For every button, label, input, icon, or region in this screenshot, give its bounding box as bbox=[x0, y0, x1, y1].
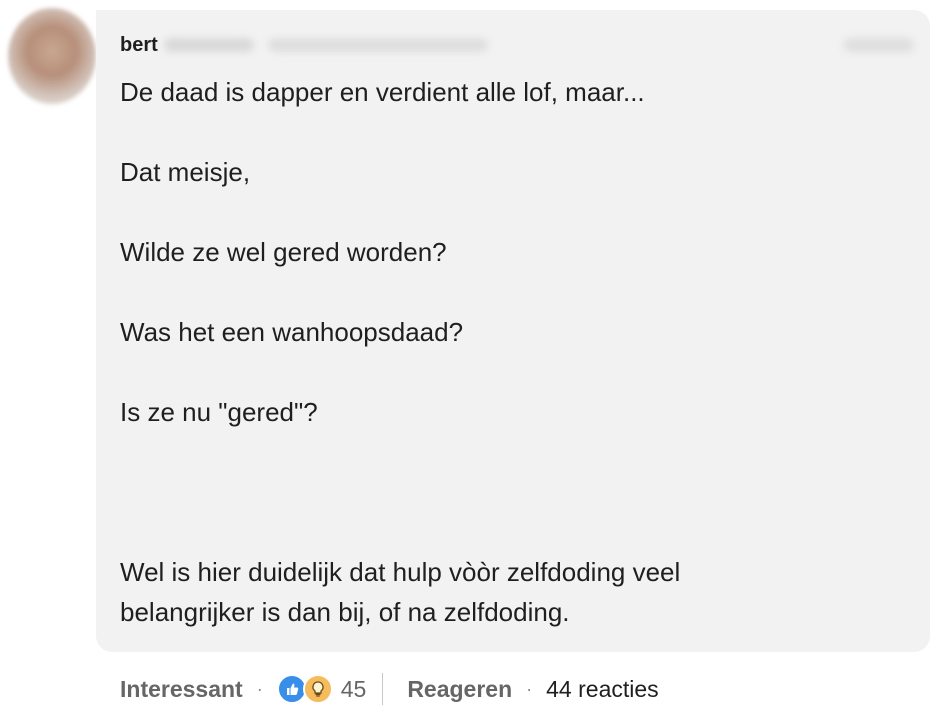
comment-line: Is ze nu "gered"? bbox=[120, 397, 318, 427]
author-headline-redacted bbox=[267, 38, 488, 52]
comment-line: Wel is hier duidelijk dat hulp vòòr zelf… bbox=[120, 557, 681, 587]
author-name[interactable]: bert bbox=[120, 34, 158, 57]
divider bbox=[382, 673, 384, 705]
timestamp-redacted bbox=[844, 38, 914, 52]
replies-count-link[interactable]: 44 reacties bbox=[546, 676, 659, 703]
separator-dot: · bbox=[526, 678, 533, 699]
avatar[interactable] bbox=[8, 8, 96, 104]
react-button[interactable]: Interessant bbox=[120, 676, 243, 703]
author-headline-redacted bbox=[163, 38, 254, 52]
comment-text: De daad is dapper en verdient alle lof, … bbox=[120, 72, 900, 632]
comment-line: Dat meisje, bbox=[120, 157, 251, 187]
reply-button[interactable]: Reageren bbox=[407, 676, 512, 703]
comment-actions: Interessant · 45 Reageren · 44 reacties bbox=[120, 670, 659, 708]
reaction-count[interactable]: 45 bbox=[341, 676, 367, 703]
separator-dot: · bbox=[256, 678, 263, 699]
comment-line: Was het een wanhoopsdaad? bbox=[120, 317, 464, 347]
comment-header: bert bbox=[120, 32, 488, 58]
comment-line: De daad is dapper en verdient alle lof, … bbox=[120, 77, 645, 107]
comment-line: belangrijker is dan bij, of na zelfdodin… bbox=[120, 597, 570, 627]
comment-bubble: bert De daad is dapper en verdient alle … bbox=[96, 10, 930, 652]
insightful-lightbulb-icon[interactable] bbox=[302, 674, 333, 704]
comment: bert De daad is dapper en verdient alle … bbox=[0, 0, 940, 710]
comment-line: Wilde ze wel gered worden? bbox=[120, 237, 447, 267]
